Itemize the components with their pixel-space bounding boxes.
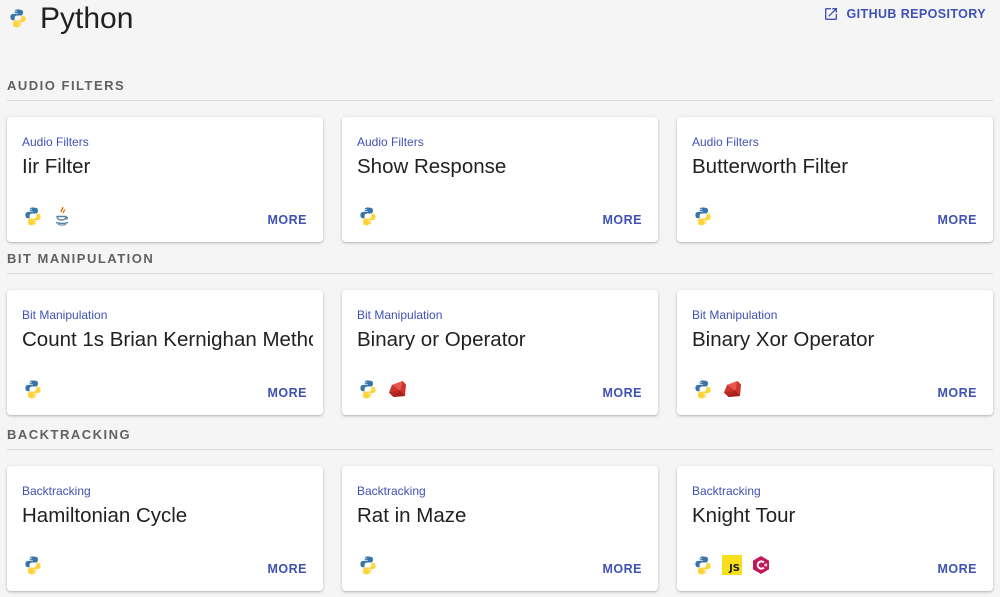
section-title: AUDIO FILTERS [7, 78, 126, 93]
algorithm-card[interactable]: Audio Filters Butterworth Filter MORE [677, 117, 993, 242]
card-category: Backtracking [357, 484, 426, 498]
python-icon[interactable] [693, 206, 713, 226]
card-category: Bit Manipulation [22, 308, 108, 322]
algorithm-card[interactable]: Backtracking Knight Tour JS MORE [677, 466, 993, 591]
more-button[interactable]: MORE [603, 386, 643, 400]
section-divider [7, 449, 993, 450]
more-button[interactable]: MORE [268, 562, 308, 576]
card-title: Butterworth Filter [692, 155, 849, 178]
open-in-new-icon [824, 8, 837, 20]
algorithm-card[interactable]: Audio Filters Show Response MORE [342, 117, 658, 242]
github-repository-link[interactable]: GITHUB REPOSITORY [823, 6, 986, 22]
algorithm-card[interactable]: Bit Manipulation Count 1s Brian Kernighan… [7, 290, 323, 415]
card-title: Count 1s Brian Kernighan Method [22, 328, 313, 351]
card-category: Bit Manipulation [357, 308, 443, 322]
more-button[interactable]: MORE [268, 386, 308, 400]
language-icons [693, 206, 713, 226]
section-title: BACKTRACKING [7, 427, 132, 442]
algorithm-card[interactable]: Bit Manipulation Binary Xor Operator MORE [677, 290, 993, 415]
python-icon[interactable] [23, 555, 43, 575]
ruby-icon[interactable] [722, 379, 742, 399]
algorithm-card[interactable]: Backtracking Hamiltonian Cycle MORE [7, 466, 323, 591]
card-category: Audio Filters [357, 135, 424, 149]
language-icons [358, 379, 407, 399]
card-category: Audio Filters [692, 135, 759, 149]
algorithm-card[interactable]: Bit Manipulation Binary or Operator MORE [342, 290, 658, 415]
section-divider [7, 273, 993, 274]
more-button[interactable]: MORE [938, 562, 978, 576]
page-title: Python [40, 2, 134, 35]
python-icon[interactable] [693, 379, 713, 399]
python-icon[interactable] [23, 206, 43, 226]
language-icons [358, 206, 378, 226]
more-button[interactable]: MORE [603, 213, 643, 227]
card-category: Audio Filters [22, 135, 89, 149]
python-logo-icon [10, 9, 26, 28]
section-divider [7, 100, 993, 101]
more-button[interactable]: MORE [603, 562, 643, 576]
ruby-icon[interactable] [387, 379, 407, 399]
language-icons [23, 206, 72, 226]
java-icon[interactable] [52, 206, 72, 226]
card-title: Binary Xor Operator [692, 328, 875, 351]
card-title: Iir Filter [22, 155, 91, 178]
github-repository-label: GITHUB REPOSITORY [846, 7, 986, 21]
language-icons: JS [693, 555, 771, 575]
csharp-icon[interactable] [751, 555, 771, 575]
python-icon[interactable] [23, 379, 43, 399]
card-title: Knight Tour [692, 504, 796, 527]
more-button[interactable]: MORE [268, 213, 308, 227]
card-title: Rat in Maze [357, 504, 467, 527]
language-icons [23, 379, 43, 399]
more-button[interactable]: MORE [938, 213, 978, 227]
page-header: Python GITHUB REPOSITORY [0, 0, 1000, 44]
section-title: BIT MANIPULATION [7, 251, 155, 266]
language-icons [23, 555, 43, 575]
card-title: Show Response [357, 155, 507, 178]
card-title: Hamiltonian Cycle [22, 504, 188, 527]
python-icon[interactable] [358, 555, 378, 575]
python-icon[interactable] [358, 206, 378, 226]
python-icon[interactable] [693, 555, 713, 575]
javascript-icon[interactable]: JS [722, 555, 742, 575]
python-icon[interactable] [358, 379, 378, 399]
card-category: Backtracking [22, 484, 91, 498]
language-icons [358, 555, 378, 575]
algorithm-card[interactable]: Backtracking Rat in Maze MORE [342, 466, 658, 591]
algorithm-card[interactable]: Audio Filters Iir Filter MORE [7, 117, 323, 242]
card-category: Backtracking [692, 484, 761, 498]
card-category: Bit Manipulation [692, 308, 778, 322]
language-icons [693, 379, 742, 399]
card-title: Binary or Operator [357, 328, 526, 351]
more-button[interactable]: MORE [938, 386, 978, 400]
